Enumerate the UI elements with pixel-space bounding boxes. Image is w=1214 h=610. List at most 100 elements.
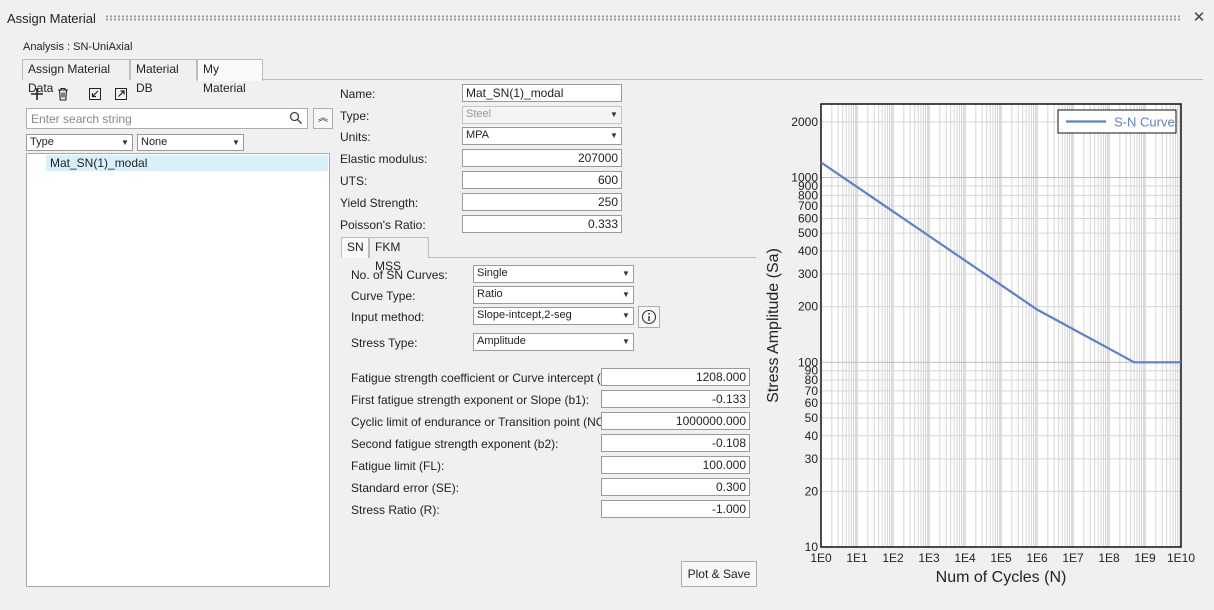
b1-label: First fatigue strength exponent or Slope… — [351, 393, 590, 407]
num-sn-curves-value: Single — [477, 267, 508, 279]
y-tick-label: 600 — [798, 212, 818, 226]
b2-field[interactable]: -0.108 — [601, 434, 750, 452]
name-label: Name: — [340, 87, 376, 101]
y-tick-label: 60 — [805, 396, 819, 410]
y-tick-label: 10 — [805, 540, 819, 554]
fl-label: Fatigue limit (FL): — [351, 459, 445, 473]
tab-material-db[interactable]: Material DB — [130, 59, 197, 95]
close-icon[interactable]: ✕ — [1190, 9, 1208, 27]
tree-item-material[interactable]: Mat_SN(1)_modal — [46, 155, 328, 171]
add-icon[interactable] — [28, 85, 46, 103]
export-icon[interactable] — [112, 85, 130, 103]
type-label: Type: — [340, 109, 370, 123]
y-tick-label: 200 — [798, 300, 818, 314]
nc1-label: Cyclic limit of endurance or Transition … — [351, 415, 619, 429]
filter-type-value: Type — [30, 136, 54, 148]
x-tick-label: 1E6 — [1026, 551, 1048, 565]
num-sn-curves-label: No. of SN Curves: — [351, 268, 448, 282]
analysis-label: Analysis : SN-UniAxial — [23, 41, 133, 53]
x-tick-label: 1E1 — [846, 551, 868, 565]
r-field[interactable]: -1.000 — [601, 500, 750, 518]
x-tick-label: 1E2 — [882, 551, 904, 565]
y-tick-label: 400 — [798, 244, 818, 258]
input-method-label: Input method: — [351, 310, 425, 324]
type-select: Steel ▼ — [462, 106, 622, 124]
search-icon[interactable] — [289, 111, 303, 125]
subtabs-divider — [429, 257, 756, 258]
yield-strength-label: Yield Strength: — [340, 196, 419, 210]
sr1-field[interactable]: 1208.000 — [601, 368, 750, 386]
plot-save-button[interactable]: Plot & Save — [681, 561, 757, 587]
y-tick-label: 2000 — [791, 115, 818, 129]
chevron-down-icon: ▼ — [232, 138, 240, 147]
num-sn-curves-select[interactable]: Single ▼ — [473, 265, 634, 283]
x-tick-label: 1E7 — [1062, 551, 1084, 565]
tab-assign-material-data[interactable]: Assign Material Data — [22, 59, 130, 95]
y-tick-label: 100 — [798, 355, 818, 369]
double-chevron-up-icon: ︽ — [318, 113, 328, 124]
elastic-modulus-label: Elastic modulus: — [340, 152, 428, 166]
stress-type-select[interactable]: Amplitude ▼ — [473, 333, 634, 351]
b2-label: Second fatigue strength exponent (b2): — [351, 437, 559, 451]
x-axis-label: Num of Cycles (N) — [936, 569, 1067, 586]
sn-chart: 1E0 1E1 1E2 1E3 1E4 1E5 1E6 1E7 1E8 1E9 1E10102030… — [765, 103, 1195, 586]
units-value: MPA — [466, 129, 490, 141]
units-label: Units: — [340, 130, 371, 144]
chevron-down-icon: ▼ — [622, 269, 630, 278]
elastic-modulus-field[interactable]: 207000 — [462, 149, 622, 167]
se-field[interactable]: 0.300 — [601, 478, 750, 496]
tab-sn[interactable]: SN — [341, 237, 369, 258]
r-label: Stress Ratio (R): — [351, 503, 440, 517]
stress-type-label: Stress Type: — [351, 336, 418, 350]
x-tick-label: 1E8 — [1098, 551, 1120, 565]
chevron-down-icon: ▼ — [622, 337, 630, 346]
x-tick-label: 1E10 — [1167, 551, 1195, 565]
chevron-down-icon: ▼ — [622, 290, 630, 299]
collapse-button[interactable]: ︽ — [313, 108, 333, 129]
name-field[interactable]: Mat_SN(1)_modal — [462, 84, 622, 102]
x-tick-label: 1E3 — [918, 551, 940, 565]
y-tick-label: 50 — [805, 411, 819, 425]
filter-value-select[interactable]: None ▼ — [137, 134, 244, 151]
tabs-divider — [263, 79, 1203, 80]
search-input[interactable] — [27, 109, 282, 128]
fl-field[interactable]: 100.000 — [601, 456, 750, 474]
y-tick-label: 40 — [805, 429, 819, 443]
tab-my-material[interactable]: My Material — [197, 59, 263, 95]
units-select[interactable]: MPA ▼ — [462, 127, 622, 145]
info-button[interactable] — [638, 306, 660, 328]
type-value: Steel — [466, 108, 492, 120]
material-tree[interactable]: Mat_SN(1)_modal — [26, 153, 330, 587]
poissons-ratio-field[interactable]: 0.333 — [462, 215, 622, 233]
search-box[interactable] — [26, 108, 308, 129]
chevron-down-icon: ▼ — [622, 311, 630, 320]
title-bar-grip[interactable] — [105, 15, 1180, 21]
sr1-label: Fatigue strength coefficient or Curve in… — [351, 371, 632, 385]
legend-label: S-N Curve — [1114, 115, 1175, 130]
filter-type-select[interactable]: Type ▼ — [26, 134, 133, 151]
tab-fkm-mss[interactable]: FKM MSS — [369, 237, 429, 273]
stress-type-value: Amplitude — [477, 335, 526, 347]
b1-field[interactable]: -0.133 — [601, 390, 750, 408]
uts-field[interactable]: 600 — [462, 171, 622, 189]
nc1-field[interactable]: 1000000.000 — [601, 412, 750, 430]
delete-icon[interactable] — [54, 85, 72, 103]
import-icon[interactable] — [86, 85, 104, 103]
x-tick-label: 1E5 — [990, 551, 1012, 565]
y-tick-label: 30 — [805, 452, 819, 466]
title-bar[interactable]: Assign Material ✕ — [0, 0, 1214, 38]
chevron-down-icon: ▼ — [610, 131, 618, 140]
se-label: Standard error (SE): — [351, 481, 460, 495]
y-axis-label: Stress Amplitude (Sa) — [765, 248, 782, 403]
x-tick-label: 1E9 — [1134, 551, 1156, 565]
input-method-value: Slope-intcept,2-seg — [477, 309, 572, 321]
y-tick-label: 500 — [798, 226, 818, 240]
window-title: Assign Material — [7, 11, 96, 26]
chevron-down-icon: ▼ — [610, 110, 618, 119]
curve-type-select[interactable]: Ratio ▼ — [473, 286, 634, 304]
poissons-ratio-label: Poisson's Ratio: — [340, 218, 426, 232]
chevron-down-icon: ▼ — [121, 138, 129, 147]
y-tick-label: 1000 — [791, 171, 818, 185]
input-method-select[interactable]: Slope-intcept,2-seg ▼ — [473, 307, 634, 325]
yield-strength-field[interactable]: 250 — [462, 193, 622, 211]
